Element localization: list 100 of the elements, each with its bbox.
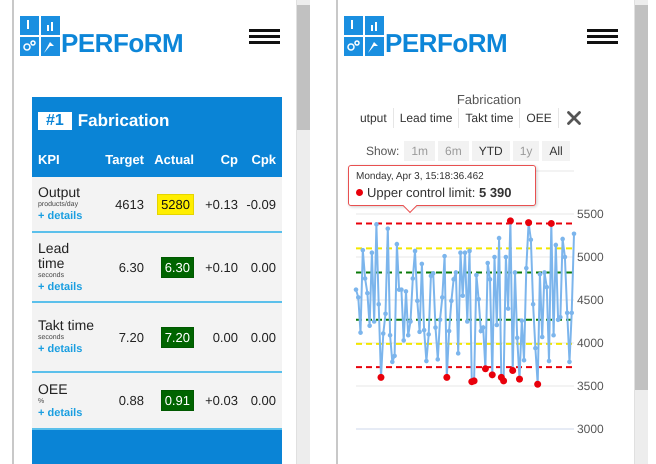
column-header: KPI	[38, 152, 61, 167]
data-point	[356, 295, 361, 300]
scrollbar[interactable]	[296, 0, 310, 464]
data-point	[560, 236, 565, 242]
data-point	[528, 238, 534, 242]
data-point	[365, 290, 370, 296]
data-point	[386, 226, 390, 231]
logo-icon	[344, 16, 384, 56]
cp-value: +0.10	[204, 260, 238, 274]
data-point	[358, 330, 363, 335]
column-header: Actual	[153, 152, 194, 167]
data-point	[572, 231, 576, 236]
data-point	[504, 254, 508, 260]
data-point	[546, 358, 552, 364]
scrollbar[interactable]	[634, 0, 648, 464]
data-point	[376, 302, 381, 307]
data-point	[562, 254, 568, 260]
data-point	[506, 306, 510, 311]
data-point	[388, 332, 392, 338]
data-point	[544, 284, 550, 290]
data-point	[567, 360, 572, 364]
kpi-name: Output	[38, 185, 82, 200]
kpi-tab[interactable]: Lead time	[394, 108, 460, 128]
actual-value: 0.91	[160, 390, 194, 411]
data-point	[438, 317, 442, 322]
data-point	[354, 287, 358, 292]
data-point	[383, 311, 388, 316]
data-point	[449, 298, 454, 304]
kpi-tab[interactable]: utput	[360, 108, 394, 128]
data-point	[410, 276, 416, 281]
column-header: Cp	[220, 152, 238, 167]
data-point	[540, 334, 544, 340]
data-point	[551, 332, 556, 338]
details-link[interactable]: + details	[38, 343, 98, 356]
data-point	[362, 276, 368, 281]
data-point	[360, 248, 366, 252]
data-point	[519, 318, 524, 323]
data-point	[456, 351, 460, 356]
data-point	[464, 319, 470, 324]
details-link[interactable]: + details	[38, 280, 98, 294]
tooltip-text: Upper control limit: 5 390	[367, 185, 512, 200]
data-point	[548, 220, 555, 227]
data-point	[440, 295, 445, 300]
cpk-value: 0.00	[250, 330, 276, 344]
data-point	[506, 217, 514, 224]
data-point	[424, 358, 429, 364]
data-point	[514, 336, 520, 340]
data-point	[412, 248, 418, 254]
kpi-name: OEE	[38, 382, 69, 396]
data-point	[435, 357, 440, 362]
tooltip-date: Monday, Apr 3, 15:18:36.462	[356, 171, 485, 182]
range-button[interactable]: YTD	[472, 141, 510, 161]
data-point	[451, 277, 456, 282]
axis-label: 3000	[577, 422, 604, 436]
data-point	[415, 298, 420, 304]
data-point	[530, 302, 536, 307]
data-point	[374, 222, 379, 227]
data-point	[554, 242, 558, 248]
column-header: Target	[104, 152, 144, 167]
actual-value: 5280	[157, 194, 194, 214]
data-point	[522, 358, 526, 362]
cpk-value: -0.09	[245, 196, 276, 212]
logo-text: PERFoRM	[61, 30, 184, 56]
data-point	[433, 325, 438, 330]
data-point	[442, 254, 447, 258]
menu-icon[interactable]	[249, 28, 280, 44]
axis-label: 4000	[577, 336, 604, 350]
data-point	[377, 374, 384, 381]
target-value: 6.30	[118, 260, 144, 274]
actual-value: 7.20	[160, 326, 194, 348]
data-point	[524, 266, 529, 270]
target-value: 0.88	[118, 393, 144, 408]
data-point	[492, 254, 497, 260]
logo-icon	[20, 16, 60, 56]
kpi-name: Takt time	[38, 318, 96, 333]
kpi-tab[interactable]: Takt time	[459, 108, 520, 128]
kpi-tab[interactable]: OEE	[520, 108, 559, 128]
cp-value: +0.13	[204, 196, 238, 212]
cp-value: 0.00	[212, 330, 238, 344]
data-point	[460, 293, 466, 298]
range-button[interactable]: All	[542, 141, 570, 161]
data-point	[534, 380, 542, 388]
axis-label: 5000	[577, 250, 604, 264]
data-point	[485, 260, 490, 266]
data-point	[454, 270, 458, 275]
data-point	[370, 250, 374, 255]
data-point	[446, 328, 452, 334]
card-number: #1	[38, 112, 72, 130]
target-value: 4613	[114, 196, 144, 212]
actual-value: 6.30	[160, 256, 194, 278]
card-title: Fabrication	[78, 111, 170, 131]
logo-text: PERFoRM	[385, 30, 508, 56]
data-point	[408, 319, 413, 324]
data-point	[394, 242, 400, 246]
menu-icon[interactable]	[587, 28, 618, 44]
details-link[interactable]: + details	[38, 406, 98, 420]
details-link[interactable]: + details	[38, 210, 98, 223]
data-point	[494, 322, 500, 328]
data-point	[443, 374, 450, 381]
axis-label: 4500	[577, 293, 604, 307]
